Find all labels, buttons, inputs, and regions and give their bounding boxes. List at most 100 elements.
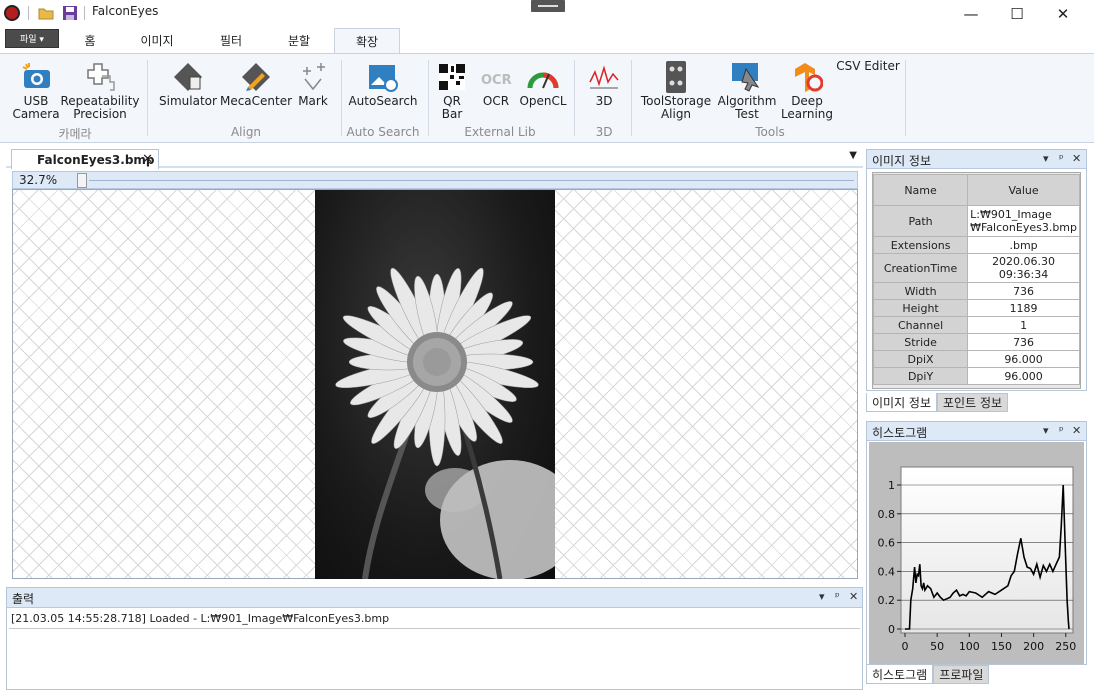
row-name: Width bbox=[874, 283, 968, 299]
mecacenter-button[interactable]: MecaCenter bbox=[219, 60, 293, 108]
row-value: 96.000 bbox=[968, 351, 1079, 367]
button-label: Test bbox=[735, 107, 759, 121]
tab-histogram[interactable]: 히스토그램 bbox=[866, 665, 934, 684]
button-label: 3D bbox=[595, 94, 613, 108]
plot-area bbox=[900, 466, 1074, 634]
maximize-button[interactable]: ☐ bbox=[994, 0, 1040, 27]
tab-extension[interactable]: 확장 bbox=[334, 28, 400, 53]
tab-home[interactable]: 홈 bbox=[68, 28, 112, 53]
close-icon[interactable]: ✕ bbox=[1072, 152, 1081, 165]
group-label-external-lib: External Lib bbox=[464, 125, 536, 139]
svg-text:OCR: OCR bbox=[481, 73, 512, 88]
group-divider bbox=[905, 60, 906, 136]
opencl-button[interactable]: OpenCL bbox=[518, 60, 568, 108]
pin-icon[interactable]: ᵖ bbox=[835, 590, 840, 603]
document-tab[interactable]: FalconEyes3.bmp ✕ bbox=[11, 149, 159, 169]
open-folder-icon[interactable] bbox=[38, 5, 54, 21]
qr-bar-button[interactable]: QR Bar bbox=[436, 60, 468, 121]
pin-icon[interactable]: ᵖ bbox=[1059, 152, 1064, 165]
toolstorage-align-button[interactable]: ToolStorage Align bbox=[640, 60, 712, 121]
panel-title: 출력 bbox=[12, 592, 35, 606]
group-divider bbox=[341, 60, 342, 136]
x-tick-label: 0 bbox=[902, 640, 909, 653]
button-label: Simulator bbox=[159, 94, 217, 108]
x-tick-label: 250 bbox=[1055, 640, 1076, 653]
button-label: MecaCenter bbox=[219, 94, 293, 108]
minimize-button[interactable]: — bbox=[948, 0, 994, 27]
ocr-icon: OCR bbox=[479, 60, 513, 94]
row-name: Channel bbox=[874, 317, 968, 333]
x-tick-label: 150 bbox=[991, 640, 1012, 653]
row-name: DpiX bbox=[874, 351, 968, 367]
y-tick-label: 1 bbox=[888, 479, 895, 492]
file-menu-button[interactable]: 파일 ▾ bbox=[5, 29, 59, 48]
group-label-align: Align bbox=[230, 125, 262, 139]
ocr-button[interactable]: OCR OCR bbox=[476, 60, 516, 108]
row-name: Path bbox=[874, 206, 968, 236]
tab-filter[interactable]: 필터 bbox=[206, 28, 256, 53]
zoom-slider-track[interactable] bbox=[89, 180, 854, 181]
tab-point-info[interactable]: 포인트 정보 bbox=[937, 393, 1009, 412]
dropdown-icon[interactable]: ▾ bbox=[1043, 424, 1049, 437]
3d-button[interactable]: 3D bbox=[584, 60, 624, 108]
output-panel-header: 출력 ▾ ᵖ ✕ bbox=[7, 588, 862, 608]
row-value: 736 bbox=[968, 283, 1079, 299]
drag-handle[interactable] bbox=[531, 0, 565, 12]
button-label: Camera bbox=[12, 107, 60, 121]
csv-editer-button[interactable]: CSV Editer bbox=[836, 60, 900, 73]
save-icon[interactable] bbox=[62, 5, 78, 21]
ribbon-tab-bar: 파일 ▾ 홈 이미지 필터 분할 확장 bbox=[0, 27, 1094, 53]
histogram-header: 히스토그램 ▾ ᵖ ✕ bbox=[867, 422, 1086, 441]
row-value: .bmp bbox=[968, 237, 1079, 253]
table-row: Extensions .bmp bbox=[874, 237, 1079, 253]
row-value: L:₩901_Image ₩FalconEyes3.bmp bbox=[968, 206, 1079, 236]
output-panel: 출력 ▾ ᵖ ✕ [21.03.05 14:55:28.718] Loaded … bbox=[6, 587, 863, 690]
y-tick-label: 0.6 bbox=[878, 537, 896, 550]
camera-icon bbox=[19, 60, 53, 94]
button-label: Learning bbox=[780, 107, 834, 121]
table-row: DpiY 96.000 bbox=[874, 368, 1079, 384]
histogram-tabs: 히스토그램 프로파일 bbox=[866, 665, 990, 684]
group-label-3d: 3D bbox=[595, 125, 613, 139]
deep-learning-button[interactable]: Deep Learning bbox=[780, 60, 834, 121]
mecacenter-icon bbox=[239, 60, 273, 94]
tab-image[interactable]: 이미지 bbox=[128, 28, 186, 53]
row-name: DpiY bbox=[874, 368, 968, 384]
row-name: Stride bbox=[874, 334, 968, 350]
pin-icon[interactable]: ᵖ bbox=[1059, 424, 1064, 437]
tab-profile[interactable]: 프로파일 bbox=[933, 665, 990, 684]
simulator-button[interactable]: Simulator bbox=[156, 60, 220, 108]
group-divider bbox=[428, 60, 429, 136]
row-name: CreationTime bbox=[874, 254, 968, 282]
image-info-table: Name Value Path L:₩901_Image ₩FalconEyes3… bbox=[873, 174, 1080, 385]
algorithm-test-button[interactable]: Algorithm Test bbox=[714, 60, 780, 121]
close-icon[interactable]: ✕ bbox=[849, 590, 858, 603]
table-row: DpiX 96.000 bbox=[874, 351, 1079, 367]
row-value: 1189 bbox=[968, 300, 1079, 316]
close-button[interactable]: ✕ bbox=[1040, 0, 1086, 27]
zoom-level: 32.7% bbox=[19, 173, 58, 187]
mark-button[interactable]: Mark bbox=[290, 60, 336, 108]
dropdown-icon[interactable]: ▾ bbox=[1043, 152, 1049, 165]
zoom-slider-thumb[interactable] bbox=[77, 173, 87, 188]
tab-segmentation[interactable]: 분할 bbox=[274, 28, 324, 53]
document-list-icon[interactable]: ▼ bbox=[849, 150, 857, 161]
image-canvas[interactable] bbox=[12, 189, 858, 580]
button-label: OCR bbox=[482, 94, 510, 108]
ribbon-panel: USB Camera Repeatability Precision 카메라 S… bbox=[0, 53, 1094, 143]
close-icon[interactable]: ✕ bbox=[142, 152, 153, 167]
row-value: 2020.06.30 09:36:34 bbox=[968, 254, 1079, 282]
tab-image-info[interactable]: 이미지 정보 bbox=[866, 393, 938, 412]
autosearch-button[interactable]: AutoSearch bbox=[348, 60, 418, 108]
group-label-tools: Tools bbox=[755, 125, 785, 139]
divider bbox=[9, 628, 860, 629]
dropdown-icon[interactable]: ▾ bbox=[819, 590, 825, 603]
repeatability-precision-button[interactable]: Repeatability Precision bbox=[60, 60, 140, 121]
row-value: 96.000 bbox=[968, 368, 1079, 384]
usb-camera-button[interactable]: USB Camera bbox=[12, 60, 60, 121]
group-divider bbox=[631, 60, 632, 136]
close-icon[interactable]: ✕ bbox=[1072, 424, 1081, 437]
group-divider bbox=[147, 60, 148, 136]
app-title: FalconEyes bbox=[92, 4, 159, 18]
button-label: Align bbox=[660, 107, 692, 121]
